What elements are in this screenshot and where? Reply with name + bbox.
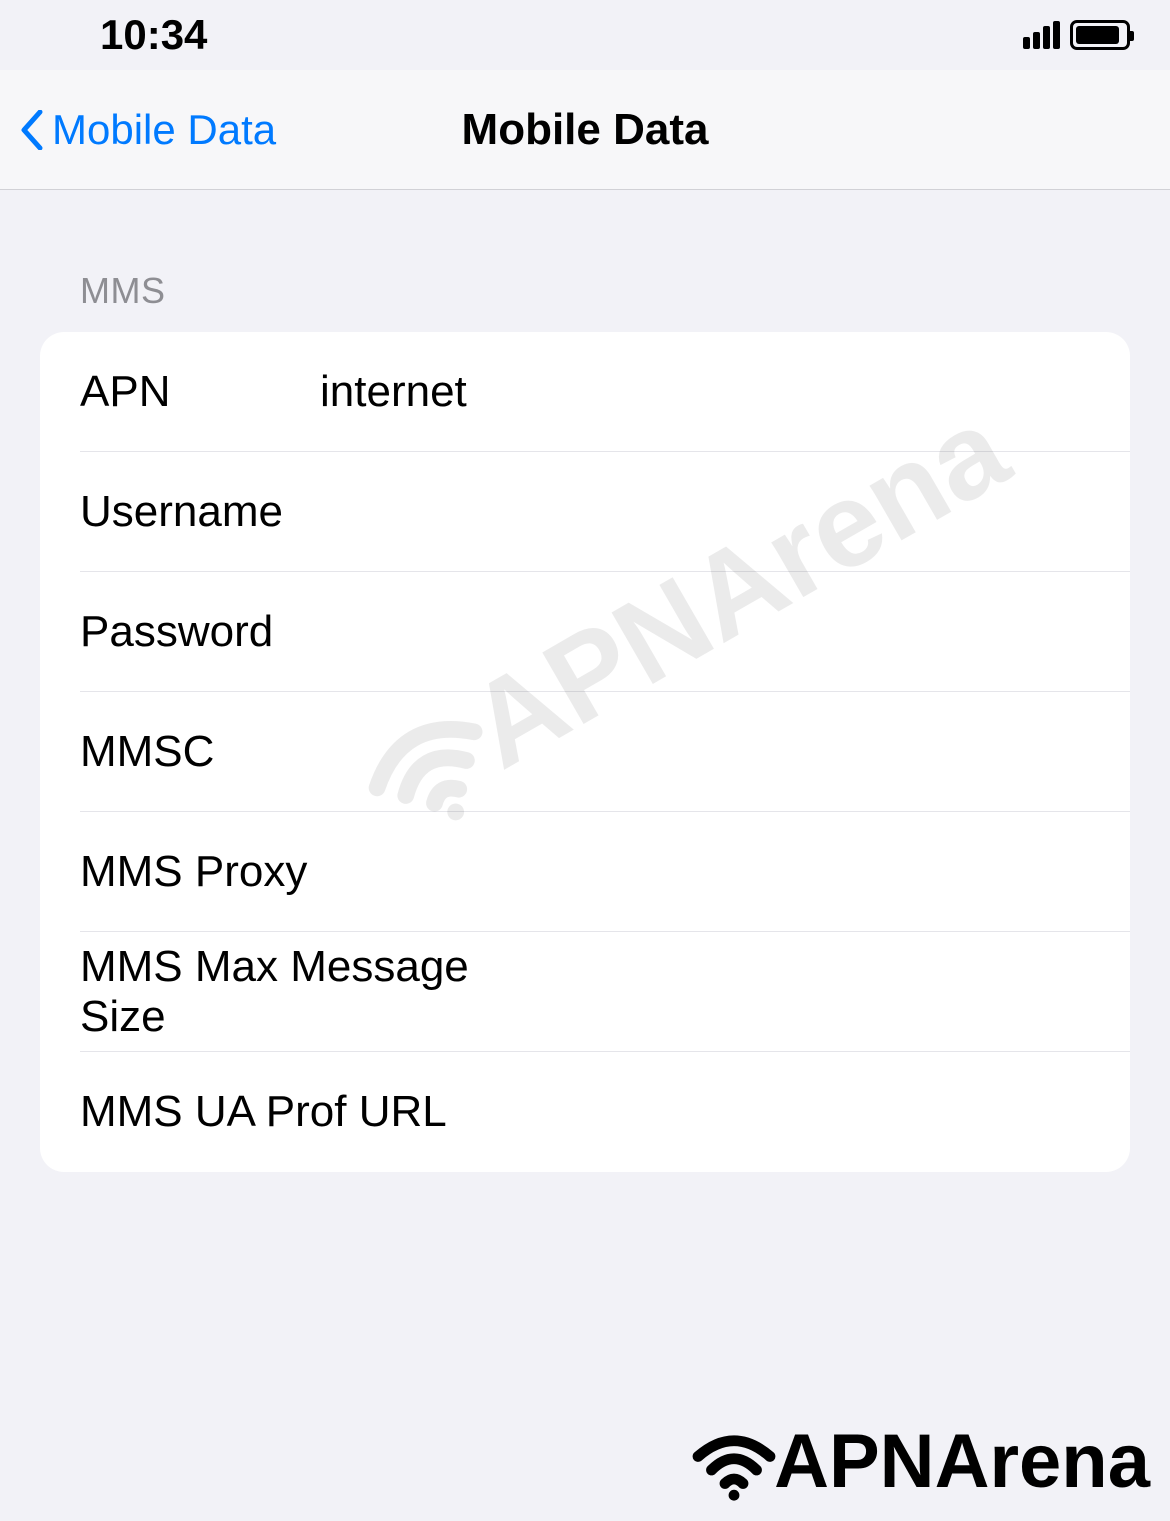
mmsc-label: MMSC: [80, 727, 320, 777]
mms-max-label: MMS Max Message Size: [80, 942, 515, 1042]
mms-proxy-row[interactable]: MMS Proxy: [40, 812, 1130, 932]
back-button[interactable]: Mobile Data: [0, 106, 276, 154]
mmsc-input[interactable]: [320, 727, 1090, 777]
mms-proxy-input[interactable]: [515, 847, 1090, 897]
wifi-icon: [689, 1416, 779, 1506]
status-time: 10:34: [100, 11, 207, 59]
status-indicators: [1023, 20, 1130, 50]
page-title: Mobile Data: [462, 105, 709, 155]
username-input[interactable]: [320, 487, 1090, 537]
footer-text: APNArena: [774, 1418, 1150, 1505]
footer-logo: APNArena: [689, 1416, 1150, 1506]
mms-max-input[interactable]: [515, 967, 1090, 1017]
chevron-left-icon: [20, 110, 44, 150]
apn-label: APN: [80, 367, 320, 417]
apn-input[interactable]: [320, 367, 1090, 417]
mms-ua-input[interactable]: [515, 1087, 1090, 1137]
password-row[interactable]: Password: [40, 572, 1130, 692]
username-label: Username: [80, 487, 320, 537]
password-label: Password: [80, 607, 320, 657]
apn-row[interactable]: APN: [40, 332, 1130, 452]
content-area: MMS APN Username Password MMSC MMS Proxy…: [0, 190, 1170, 1172]
mmsc-row[interactable]: MMSC: [40, 692, 1130, 812]
battery-icon: [1070, 20, 1130, 50]
back-label: Mobile Data: [52, 106, 276, 154]
section-header-mms: MMS: [40, 270, 1130, 312]
status-bar: 10:34: [0, 0, 1170, 70]
username-row[interactable]: Username: [40, 452, 1130, 572]
cellular-signal-icon: [1023, 21, 1060, 49]
mms-ua-row[interactable]: MMS UA Prof URL: [40, 1052, 1130, 1172]
mms-settings-group: APN Username Password MMSC MMS Proxy MMS…: [40, 332, 1130, 1172]
mms-proxy-label: MMS Proxy: [80, 847, 515, 897]
password-input[interactable]: [320, 607, 1090, 657]
navigation-bar: Mobile Data Mobile Data: [0, 70, 1170, 190]
mms-max-row[interactable]: MMS Max Message Size: [40, 932, 1130, 1052]
mms-ua-label: MMS UA Prof URL: [80, 1087, 515, 1137]
